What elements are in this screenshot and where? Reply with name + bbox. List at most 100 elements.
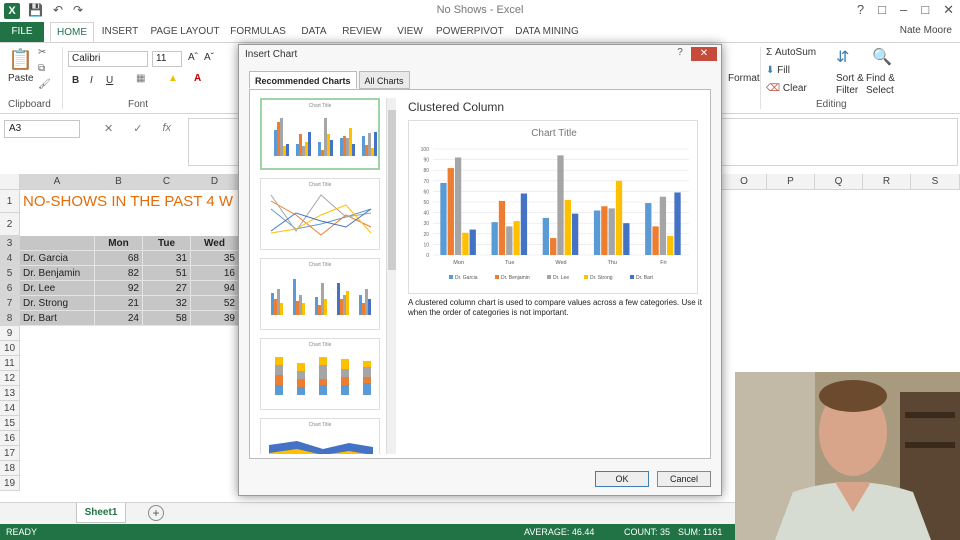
sheet-tab-sheet1[interactable]: Sheet1	[76, 503, 126, 523]
column-header-o[interactable]: O	[722, 174, 767, 190]
scrollbar-thumb[interactable]	[388, 110, 396, 270]
value-cell-mon[interactable]: 24	[95, 311, 143, 326]
row-header[interactable]: 9	[0, 326, 20, 341]
value-cell-wed[interactable]: 94	[191, 281, 239, 296]
name-box[interactable]: A3	[4, 120, 80, 138]
value-cell-mon[interactable]: 82	[95, 266, 143, 281]
sheet-title-cell[interactable]: NO-SHOWS IN THE PAST 4 W	[20, 190, 240, 213]
cut-icon[interactable]: ✂	[38, 47, 46, 58]
thumbnail-clustered-column[interactable]: Chart Title	[260, 98, 380, 170]
value-cell-tue[interactable]: 51	[143, 266, 191, 281]
column-header-d[interactable]: D	[191, 174, 239, 190]
maximize-icon[interactable]: □	[921, 2, 929, 18]
thumbnail-clustered-column-alt[interactable]: Chart Title	[260, 258, 380, 330]
value-cell-mon[interactable]: 68	[95, 251, 143, 266]
confirm-entry-icon[interactable]: ✓	[133, 122, 142, 135]
borders-icon[interactable]: ▦	[136, 73, 145, 84]
ok-button[interactable]: OK	[595, 471, 649, 487]
fill-button[interactable]: ⬇ Fill	[766, 65, 790, 76]
thumbnail-stacked-column[interactable]: Chart Title	[260, 338, 380, 410]
format-button[interactable]: Format	[728, 73, 760, 84]
doctor-name-cell[interactable]: Dr. Strong	[20, 296, 95, 311]
header-cell-mon[interactable]: Mon	[95, 236, 143, 251]
binoculars-icon[interactable]: 🔍	[872, 47, 892, 67]
doctor-name-cell[interactable]: Dr. Lee	[20, 281, 95, 296]
paste-icon[interactable]: 📋	[8, 47, 33, 72]
row-header[interactable]: 3	[0, 236, 20, 251]
tab-recommended-charts[interactable]: Recommended Charts	[249, 71, 357, 89]
row-header[interactable]: 6	[0, 281, 20, 296]
sort-filter-icon[interactable]: ⇵	[836, 47, 849, 67]
column-header-p[interactable]: P	[767, 174, 815, 190]
format-painter-icon[interactable]: 🖌	[38, 79, 51, 90]
italic-button[interactable]: I	[90, 75, 93, 86]
row-header[interactable]: 5	[0, 266, 20, 281]
decrease-font-icon[interactable]: Aˇ	[204, 52, 214, 63]
tab-all-charts[interactable]: All Charts	[358, 71, 410, 89]
row-header[interactable]: 13	[0, 386, 20, 401]
sort-filter-label-1[interactable]: Sort &	[836, 73, 864, 84]
row-header[interactable]: 12	[0, 371, 20, 386]
column-header-b[interactable]: B	[95, 174, 143, 190]
thumbnail-line-chart[interactable]: Chart Title	[260, 178, 380, 250]
doctor-name-cell[interactable]: Dr. Benjamin	[20, 266, 95, 281]
tab-formulas[interactable]: FORMULAS	[228, 22, 288, 42]
row-header[interactable]: 4	[0, 251, 20, 266]
thumbnail-area-chart[interactable]: Chart Title	[260, 418, 380, 454]
cell-a3[interactable]	[20, 236, 95, 251]
font-name-select[interactable]: Calibri	[68, 51, 148, 67]
copy-icon[interactable]: ⧉	[38, 63, 45, 74]
tab-powerpivot[interactable]: POWERPIVOT	[436, 22, 504, 42]
bold-button[interactable]: B	[72, 75, 79, 86]
tab-data[interactable]: DATA	[296, 22, 332, 42]
user-name[interactable]: Nate Moore	[900, 25, 952, 36]
value-cell-tue[interactable]: 27	[143, 281, 191, 296]
header-cell-tue[interactable]: Tue	[143, 236, 191, 251]
clear-button[interactable]: ⌫ Clear	[766, 83, 807, 94]
row-header[interactable]: 8	[0, 311, 20, 326]
minimize-icon[interactable]: –	[900, 2, 907, 18]
value-cell-mon[interactable]: 92	[95, 281, 143, 296]
column-header-c[interactable]: C	[143, 174, 191, 190]
increase-font-icon[interactable]: Aˆ	[188, 52, 198, 63]
value-cell-tue[interactable]: 31	[143, 251, 191, 266]
tab-page-layout[interactable]: PAGE LAYOUT	[150, 22, 220, 42]
select-all-corner[interactable]	[0, 174, 20, 190]
font-size-select[interactable]: 11	[152, 51, 182, 67]
doctor-name-cell[interactable]: Dr. Bart	[20, 311, 95, 326]
cancel-entry-icon[interactable]: ✕	[104, 122, 113, 135]
insert-function-button[interactable]: fx	[162, 122, 171, 135]
dialog-close-icon[interactable]: ✕	[691, 47, 717, 61]
tab-home[interactable]: HOME	[50, 22, 94, 42]
help-icon[interactable]: ?	[857, 2, 864, 18]
value-cell-wed[interactable]: 52	[191, 296, 239, 311]
find-select-label-1[interactable]: Find &	[866, 73, 895, 84]
font-color-icon[interactable]: A	[194, 73, 201, 84]
row-header[interactable]: 15	[0, 416, 20, 431]
value-cell-wed[interactable]: 39	[191, 311, 239, 326]
dialog-help-icon[interactable]: ?	[673, 47, 687, 61]
sort-filter-label-2[interactable]: Filter	[836, 85, 858, 96]
row-header[interactable]: 11	[0, 356, 20, 371]
close-icon[interactable]: ✕	[943, 2, 954, 18]
column-header-a[interactable]: A	[20, 174, 95, 190]
find-select-label-2[interactable]: Select	[866, 85, 894, 96]
fill-color-icon[interactable]: ▲	[168, 73, 178, 84]
underline-button[interactable]: U	[106, 75, 113, 86]
value-cell-mon[interactable]: 21	[95, 296, 143, 311]
row-header[interactable]: 10	[0, 341, 20, 356]
row-header[interactable]: 14	[0, 401, 20, 416]
header-cell-wed[interactable]: Wed	[191, 236, 239, 251]
tab-view[interactable]: VIEW	[392, 22, 428, 42]
tab-review[interactable]: REVIEW	[340, 22, 384, 42]
paste-button[interactable]: Paste	[8, 73, 34, 84]
ribbon-options-icon[interactable]: □	[878, 2, 886, 18]
value-cell-wed[interactable]: 35	[191, 251, 239, 266]
tab-insert[interactable]: INSERT	[100, 22, 140, 42]
tab-data-mining[interactable]: DATA MINING	[512, 22, 582, 42]
add-sheet-icon[interactable]: +	[148, 505, 164, 521]
value-cell-tue[interactable]: 58	[143, 311, 191, 326]
cancel-button[interactable]: Cancel	[657, 471, 711, 487]
column-header-q[interactable]: Q	[815, 174, 863, 190]
value-cell-tue[interactable]: 32	[143, 296, 191, 311]
